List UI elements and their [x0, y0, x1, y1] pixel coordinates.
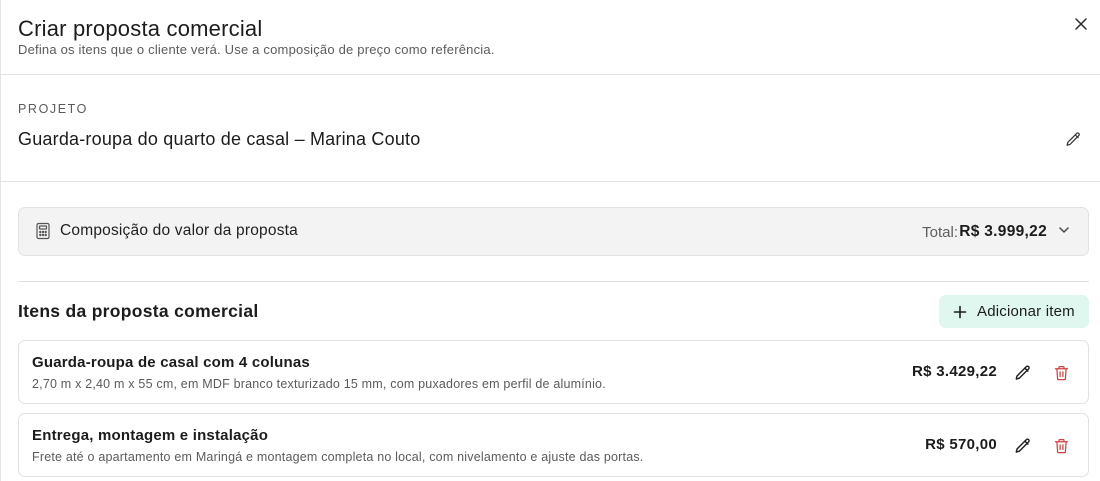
delete-item-button[interactable]: [1050, 362, 1072, 384]
trash-icon: [1054, 438, 1068, 454]
close-icon: [1075, 18, 1087, 30]
add-item-button[interactable]: Adicionar item: [939, 295, 1089, 328]
calculator-icon: [36, 222, 50, 240]
delete-item-button[interactable]: [1050, 435, 1072, 457]
edit-item-button[interactable]: [1012, 362, 1034, 384]
add-item-label: Adicionar item: [977, 303, 1075, 320]
edit-project-button[interactable]: [1062, 128, 1084, 150]
item-description: 2,70 m x 2,40 m x 55 cm, em MDF branco t…: [32, 377, 606, 391]
project-label: PROJETO: [18, 102, 89, 116]
section-divider: [18, 281, 1089, 282]
list-item: Entrega, montagem e instalação Frete até…: [18, 413, 1089, 477]
plus-icon: [953, 305, 967, 318]
page-title: Criar proposta comercial: [18, 16, 263, 41]
close-button[interactable]: [1071, 14, 1091, 34]
item-name: Guarda-roupa de casal com 4 colunas: [32, 354, 310, 371]
price-composition-toggle[interactable]: Composição do valor da proposta Total: R…: [18, 207, 1089, 256]
list-item: Guarda-roupa de casal com 4 colunas 2,70…: [18, 340, 1089, 404]
modal-header: Criar proposta comercial Defina os itens…: [1, 0, 1100, 75]
composition-label: Composição do valor da proposta: [60, 222, 298, 239]
item-price: R$ 570,00: [925, 436, 997, 453]
total-label: Total:: [922, 224, 958, 241]
item-price: R$ 3.429,22: [911, 363, 997, 380]
items-section-title: Itens da proposta comercial: [18, 301, 259, 321]
chevron-down-icon: [1059, 227, 1069, 233]
project-section: PROJETO Guarda-roupa do quarto de casal …: [1, 76, 1100, 182]
proposal-modal: Criar proposta comercial Defina os itens…: [0, 0, 1100, 481]
item-description: Frete até o apartamento em Maringá e mon…: [32, 450, 644, 464]
total-value: R$ 3.999,22: [959, 223, 1047, 240]
project-name: Guarda-roupa do quarto de casal – Marina…: [18, 129, 421, 149]
item-name: Entrega, montagem e instalação: [32, 427, 269, 444]
edit-item-button[interactable]: [1012, 435, 1034, 457]
pencil-icon: [1015, 365, 1030, 380]
pencil-icon: [1015, 438, 1030, 453]
pencil-icon: [1065, 131, 1080, 146]
page-subtitle: Defina os itens que o cliente verá. Use …: [18, 42, 495, 57]
trash-icon: [1054, 365, 1068, 381]
